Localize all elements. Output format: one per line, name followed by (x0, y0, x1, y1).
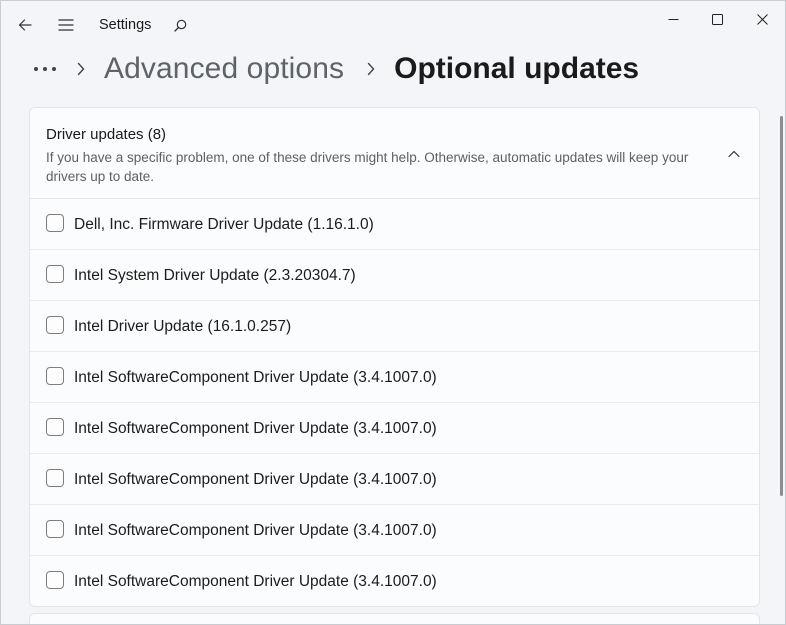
driver-label: Intel SoftwareComponent Driver Update (3… (74, 522, 437, 539)
driver-checkbox[interactable] (46, 571, 64, 589)
breadcrumb-more-button[interactable] (30, 54, 60, 84)
driver-updates-title: Driver updates (8) (46, 126, 167, 143)
maximize-icon (711, 13, 723, 25)
driver-label: Intel SoftwareComponent Driver Update (3… (74, 369, 437, 386)
settings-window: Settings Advanced options Optional updat… (0, 0, 786, 625)
breadcrumb-advanced-options[interactable]: Advanced options (104, 52, 344, 86)
list-item[interactable]: Intel SoftwareComponent Driver Update (3… (30, 352, 759, 403)
back-button[interactable] (11, 11, 39, 39)
title-bar: Settings (1, 1, 785, 49)
list-item[interactable]: Intel SoftwareComponent Driver Update (3… (30, 556, 759, 606)
chevron-up-icon (728, 150, 740, 158)
hamburger-menu-icon (58, 19, 74, 31)
list-item[interactable]: Intel SoftwareComponent Driver Update (3… (30, 454, 759, 505)
list-item[interactable]: Intel System Driver Update (2.3.20304.7) (30, 250, 759, 301)
driver-checkbox[interactable] (46, 214, 64, 232)
app-title: Settings (99, 17, 152, 33)
driver-checkbox[interactable] (46, 265, 64, 283)
driver-label: Intel SoftwareComponent Driver Update (3… (74, 573, 437, 590)
close-button[interactable] (739, 3, 785, 35)
driver-checkbox[interactable] (46, 316, 64, 334)
chevron-right-icon (72, 62, 90, 76)
list-item[interactable]: Intel SoftwareComponent Driver Update (3… (30, 505, 759, 556)
more-ellipsis-icon (34, 67, 56, 71)
driver-label: Intel SoftwareComponent Driver Update (3… (74, 420, 437, 437)
driver-checkbox[interactable] (46, 469, 64, 487)
next-section-card (29, 613, 760, 624)
list-item[interactable]: Dell, Inc. Firmware Driver Update (1.16.… (30, 199, 759, 250)
chevron-right-icon (362, 62, 380, 76)
list-item[interactable]: Intel Driver Update (16.1.0.257) (30, 301, 759, 352)
page-title: Optional updates (394, 52, 640, 85)
search-button[interactable] (166, 11, 194, 39)
minimize-button[interactable] (650, 3, 696, 35)
driver-checkbox[interactable] (46, 367, 64, 385)
search-icon (173, 19, 186, 32)
driver-label: Intel Driver Update (16.1.0.257) (74, 318, 292, 335)
collapse-button[interactable] (719, 141, 749, 167)
breadcrumb: Advanced options Optional updates (30, 47, 639, 91)
driver-label: Intel System Driver Update (2.3.20304.7) (74, 267, 356, 284)
driver-label: Intel SoftwareComponent Driver Update (3… (74, 471, 437, 488)
scrollbar[interactable] (780, 116, 783, 496)
driver-checkbox[interactable] (46, 520, 64, 538)
driver-updates-section: Driver updates (8) If you have a specifi… (29, 107, 760, 607)
navigation-menu-button[interactable] (52, 11, 80, 39)
minimize-icon (668, 18, 678, 20)
driver-updates-description: If you have a specific problem, one of t… (46, 150, 689, 184)
close-icon (756, 13, 768, 25)
driver-updates-header[interactable]: Driver updates (8) If you have a specifi… (30, 108, 759, 199)
back-arrow-icon (18, 19, 32, 31)
list-item[interactable]: Intel SoftwareComponent Driver Update (3… (30, 403, 759, 454)
maximize-button[interactable] (694, 3, 740, 35)
driver-label: Dell, Inc. Firmware Driver Update (1.16.… (74, 216, 374, 233)
driver-checkbox[interactable] (46, 418, 64, 436)
